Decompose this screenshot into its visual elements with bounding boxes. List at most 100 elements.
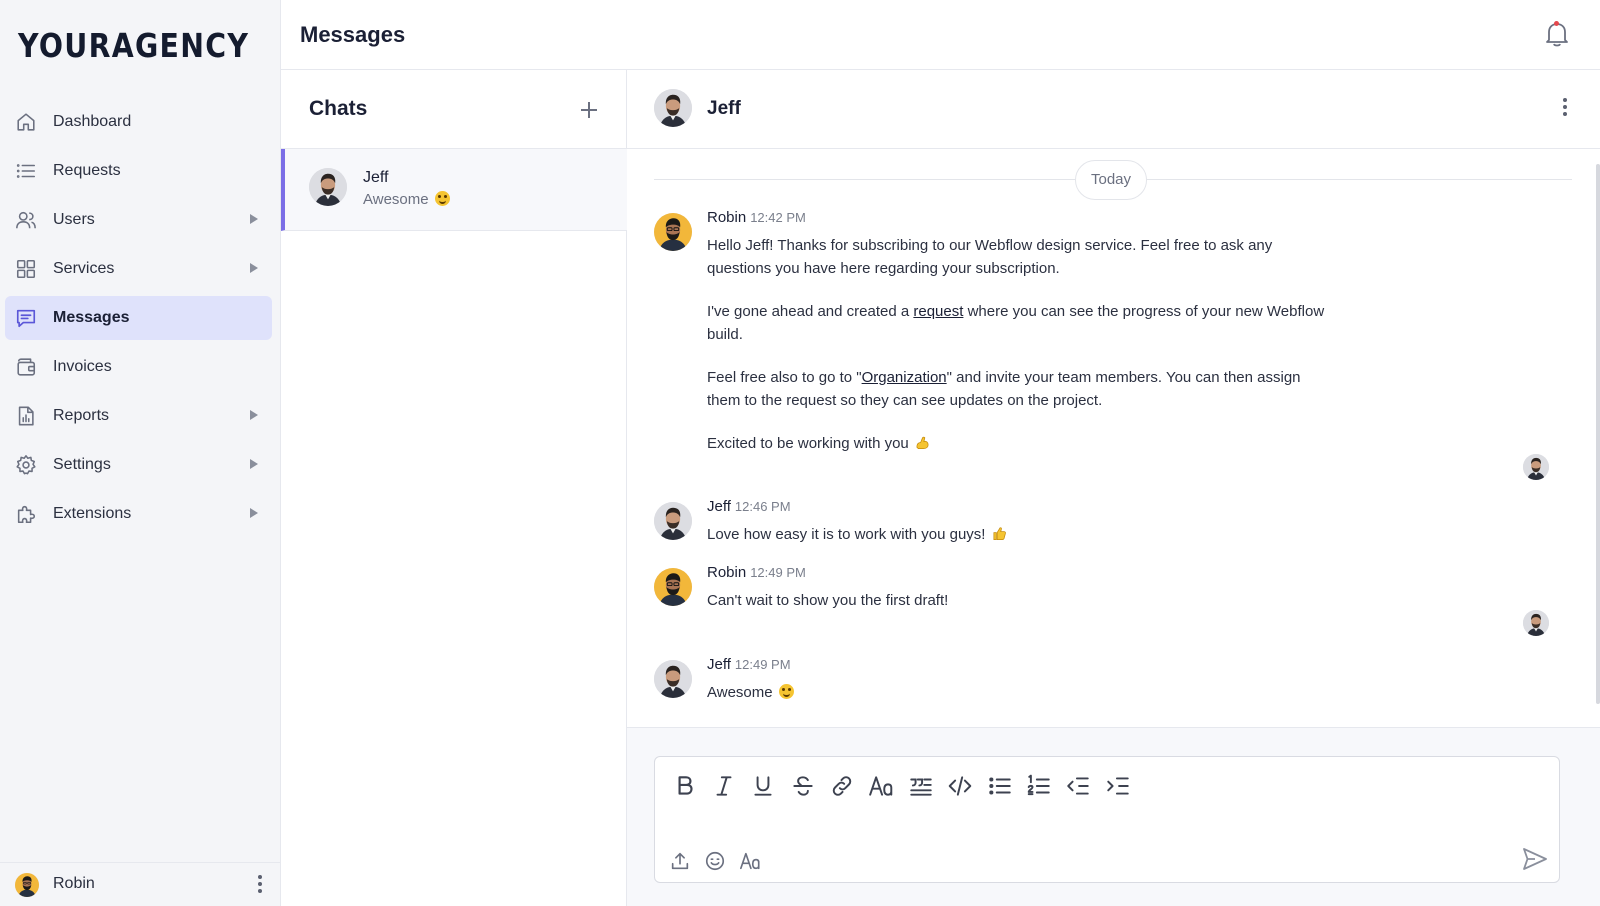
sidebar-item-label: Messages: [53, 309, 130, 326]
message-time: 12:49 PM: [750, 565, 806, 580]
user-menu-icon[interactable]: [258, 875, 262, 893]
message-paragraph: I've gone ahead and created a request wh…: [707, 303, 1325, 343]
home-icon: [15, 111, 37, 133]
message-time: 12:49 PM: [734, 657, 791, 672]
message-author: Jeff: [707, 498, 731, 515]
conversation-panel: Jeff Today Robin 12:42 PM Hello Jeff! Tha…: [627, 70, 1600, 906]
numbered-list-icon[interactable]: [1026, 773, 1052, 799]
message-header: Jeff 12:46 PM: [707, 498, 791, 515]
current-user-name: Robin: [53, 875, 95, 892]
gear-icon: [15, 454, 37, 476]
submenu-arrow-icon: [250, 410, 258, 420]
date-divider: Today: [1075, 160, 1147, 200]
message-composer[interactable]: [654, 756, 1560, 883]
grinning-face-icon: [434, 191, 450, 206]
conversation-contact-name: Jeff: [707, 98, 741, 119]
submenu-arrow-icon: [250, 508, 258, 518]
avatar: [309, 168, 347, 206]
sidebar-item-requests[interactable]: Requests: [5, 149, 272, 193]
message: Jeff 12:46 PM Love how easy it is to work…: [654, 498, 1534, 548]
chat-list-item[interactable]: Jeff Awesome: [281, 149, 627, 231]
italic-icon[interactable]: [711, 773, 737, 799]
message-body: Love how easy it is to work with you guy…: [707, 524, 1327, 547]
request-link[interactable]: request: [913, 303, 963, 320]
message-author: Robin: [707, 209, 747, 226]
sidebar-item-label: Users: [53, 211, 95, 228]
read-receipt-avatar: [1523, 610, 1549, 636]
submenu-arrow-icon: [250, 214, 258, 224]
composer-area: [627, 727, 1600, 906]
avatar: [15, 873, 39, 897]
report-icon: [15, 405, 37, 427]
indent-icon[interactable]: [1105, 773, 1131, 799]
submenu-arrow-icon: [250, 459, 258, 469]
sidebar-item-label: Dashboard: [53, 113, 132, 130]
page-title: Messages: [300, 22, 406, 47]
chats-title: Chats: [309, 97, 368, 120]
font-size-icon[interactable]: [868, 773, 894, 799]
sidebar-item-label: Services: [53, 260, 115, 277]
brand-logo[interactable]: YOURAGENCY: [18, 26, 249, 65]
grinning-face-icon: [778, 684, 794, 699]
read-receipt-avatar: [1523, 454, 1549, 480]
sidebar-item-label: Settings: [53, 456, 111, 473]
users-icon: [15, 209, 37, 231]
message-author: Robin: [707, 564, 747, 581]
chat-preview: Awesome: [363, 191, 450, 208]
chats-panel: Chats Jeff Awesome: [281, 70, 627, 906]
chats-header: Chats: [281, 70, 627, 149]
message-time: 12:42 PM: [750, 210, 806, 225]
sidebar-item-label: Requests: [53, 162, 121, 179]
bullet-list-icon[interactable]: [987, 773, 1013, 799]
message: Robin 12:49 PM Can't wait to show you the…: [654, 564, 1534, 614]
sidebar-item-dashboard[interactable]: Dashboard: [5, 100, 272, 144]
message-author: Jeff: [707, 656, 731, 673]
outdent-icon[interactable]: [1065, 773, 1091, 799]
list-icon: [15, 160, 37, 182]
message-body: Awesome: [707, 682, 1327, 705]
message-body: Hello Jeff! Thanks for subscribing to ou…: [707, 235, 1327, 456]
blockquote-icon[interactable]: [908, 773, 934, 799]
sidebar-item-reports[interactable]: Reports: [5, 394, 272, 438]
sidebar-item-services[interactable]: Services: [5, 247, 272, 291]
organization-link[interactable]: Organization: [862, 369, 947, 386]
top-bar: Messages: [281, 0, 1600, 70]
sidebar-item-invoices[interactable]: Invoices: [5, 345, 272, 389]
flexed-biceps-icon: [915, 435, 930, 450]
avatar: [654, 213, 692, 251]
message-paragraph: Excited to be working with you: [707, 433, 1327, 456]
message-header: Jeff 12:49 PM: [707, 656, 791, 673]
wallet-icon: [15, 356, 37, 378]
text-format-icon[interactable]: [739, 850, 761, 872]
bold-icon[interactable]: [672, 773, 698, 799]
avatar[interactable]: [654, 89, 692, 127]
current-user[interactable]: Robin: [0, 862, 281, 906]
strikethrough-icon[interactable]: [790, 773, 816, 799]
puzzle-icon: [15, 503, 37, 525]
submenu-arrow-icon: [250, 263, 258, 273]
message-scrollbar[interactable]: [1596, 164, 1600, 704]
send-icon[interactable]: [1521, 845, 1549, 873]
link-icon[interactable]: [829, 773, 855, 799]
thumbs-up-icon: [992, 526, 1007, 541]
emoji-icon[interactable]: [704, 850, 726, 872]
message-time: 12:46 PM: [734, 499, 791, 514]
conversation-menu-icon[interactable]: [1563, 98, 1567, 116]
sidebar-item-extensions[interactable]: Extensions: [5, 492, 272, 536]
sidebar-item-label: Extensions: [53, 505, 132, 522]
new-chat-plus-icon[interactable]: [579, 100, 599, 120]
sidebar-item-users[interactable]: Users: [5, 198, 272, 242]
message-body: Can't wait to show you the first draft!: [707, 592, 949, 609]
message-list[interactable]: Today Robin 12:42 PM Hello Jeff! Thanks f…: [627, 149, 1600, 727]
avatar: [654, 502, 692, 540]
message: Robin 12:42 PM Hello Jeff! Thanks for sub…: [654, 209, 1534, 469]
sidebar-nav: Dashboard Requests Users Services Messag…: [5, 100, 272, 541]
message-paragraph: Hello Jeff! Thanks for subscribing to ou…: [707, 237, 1273, 277]
code-icon[interactable]: [947, 773, 973, 799]
sidebar-item-label: Reports: [53, 407, 110, 424]
underline-icon[interactable]: [750, 773, 776, 799]
message-header: Robin 12:49 PM: [707, 564, 806, 581]
sidebar-item-settings[interactable]: Settings: [5, 443, 272, 487]
sidebar-item-messages[interactable]: Messages: [5, 296, 272, 340]
upload-icon[interactable]: [669, 850, 691, 872]
